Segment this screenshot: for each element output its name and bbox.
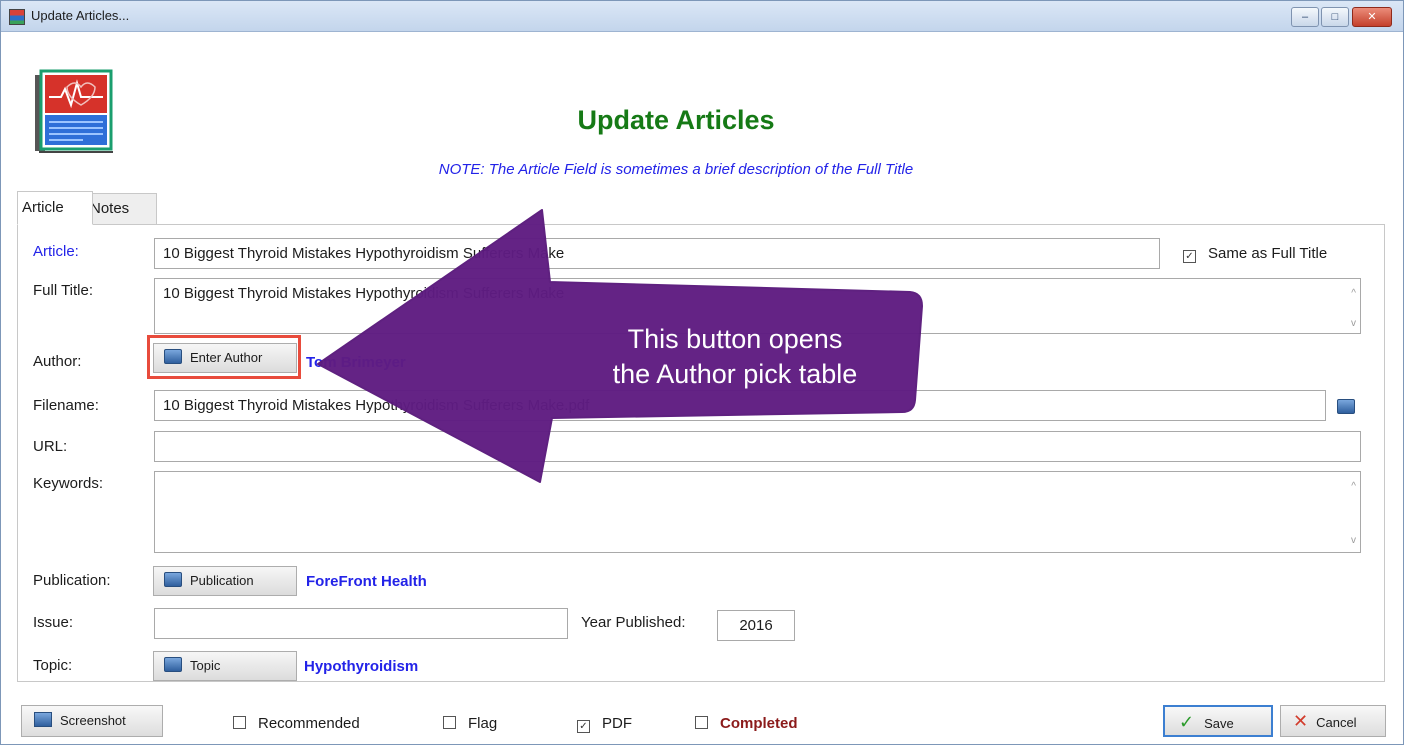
screenshot-label: Screenshot	[60, 713, 126, 728]
checkbox-unchecked-icon	[695, 716, 708, 729]
author-value[interactable]: Tom Brimeyer	[306, 354, 406, 371]
highlight-box	[147, 335, 301, 379]
issue-input[interactable]	[154, 608, 568, 639]
author-label: Author:	[33, 353, 82, 370]
completed-label: Completed	[720, 715, 798, 732]
screenshot-icon	[34, 712, 52, 727]
checkbox-unchecked-icon	[233, 716, 246, 729]
note-text: NOTE: The Article Field is sometimes a b…	[438, 161, 914, 178]
article-label: Article:	[33, 243, 79, 260]
tab-article[interactable]: Article	[17, 191, 93, 225]
completed-checkbox[interactable]: Completed	[695, 715, 798, 732]
scroll-down-icon[interactable]: v	[1351, 315, 1356, 333]
scroll-up-icon[interactable]: ^	[1351, 285, 1356, 303]
pdf-checkbox[interactable]: ✓ PDF	[577, 715, 632, 733]
callout-line-1: This button opens	[627, 324, 843, 354]
full-title-label: Full Title:	[33, 282, 94, 299]
page-title: Update Articles	[577, 105, 775, 135]
recommended-checkbox[interactable]: Recommended	[233, 715, 360, 732]
browse-file-icon[interactable]	[1337, 399, 1355, 414]
publication-label: Publication:	[33, 572, 111, 589]
folder-pick-icon	[164, 657, 182, 672]
close-x-icon: ✕	[1293, 711, 1309, 731]
callout-line-2: the Author pick table	[612, 359, 858, 389]
topic-button-label: Topic	[190, 658, 221, 673]
same-as-full-title-label: Same as Full Title	[1208, 245, 1328, 262]
publication-value[interactable]: ForeFront Health	[306, 573, 427, 590]
callout-text: This button opens the Author pick table	[540, 322, 930, 392]
flag-label: Flag	[468, 715, 498, 732]
topic-value[interactable]: Hypothyroidism	[304, 658, 418, 675]
pdf-label: PDF	[602, 715, 632, 732]
title-bar: Update Articles... – □ ✕	[1, 1, 1403, 32]
checkbox-checked-icon: ✓	[1183, 250, 1196, 263]
minimize-button[interactable]: –	[1291, 7, 1319, 27]
full-title-text: 10 Biggest Thyroid Mistakes Hypothyroidi…	[163, 285, 565, 302]
folder-pick-icon	[164, 572, 182, 587]
year-published-label: Year Published:	[581, 614, 686, 631]
same-as-full-title-checkbox[interactable]: ✓ Same as Full Title	[1183, 245, 1327, 263]
keywords-scroll-down-icon[interactable]: v	[1351, 532, 1356, 550]
screenshot-button[interactable]: Screenshot	[21, 705, 163, 737]
article-input[interactable]: 10 Biggest Thyroid Mistakes Hypothyroidi…	[154, 238, 1160, 269]
cancel-button[interactable]: ✕ Cancel	[1280, 705, 1386, 737]
close-button[interactable]: ✕	[1352, 7, 1392, 27]
flag-checkbox[interactable]: Flag	[443, 715, 497, 732]
app-icon	[9, 9, 25, 25]
url-input[interactable]	[154, 431, 1361, 462]
filename-input[interactable]: 10 Biggest Thyroid Mistakes Hypothyroidi…	[154, 390, 1326, 421]
publication-button-label: Publication	[190, 573, 254, 588]
issue-label: Issue:	[33, 614, 74, 631]
filename-label: Filename:	[33, 397, 99, 414]
save-button[interactable]: ✓ Save	[1163, 705, 1273, 737]
window-title: Update Articles...	[31, 8, 130, 23]
keywords-scroll-up-icon[interactable]: ^	[1351, 478, 1356, 496]
maximize-button[interactable]: □	[1321, 7, 1349, 27]
checkbox-checked-icon: ✓	[577, 720, 590, 733]
keywords-label: Keywords:	[33, 475, 104, 492]
save-label: Save	[1204, 716, 1234, 731]
checkbox-unchecked-icon	[443, 716, 456, 729]
recommended-label: Recommended	[258, 715, 360, 732]
topic-button[interactable]: Topic	[153, 651, 297, 681]
url-label: URL:	[33, 438, 68, 455]
topic-label: Topic:	[33, 657, 73, 674]
tab-notes[interactable]: Notes	[85, 193, 157, 224]
publication-button[interactable]: Publication	[153, 566, 297, 596]
checkmark-icon: ✓	[1179, 712, 1195, 732]
keywords-textarea[interactable]: ^ v	[154, 471, 1361, 553]
cancel-label: Cancel	[1316, 715, 1357, 730]
year-published-input[interactable]: 2016	[717, 610, 795, 641]
